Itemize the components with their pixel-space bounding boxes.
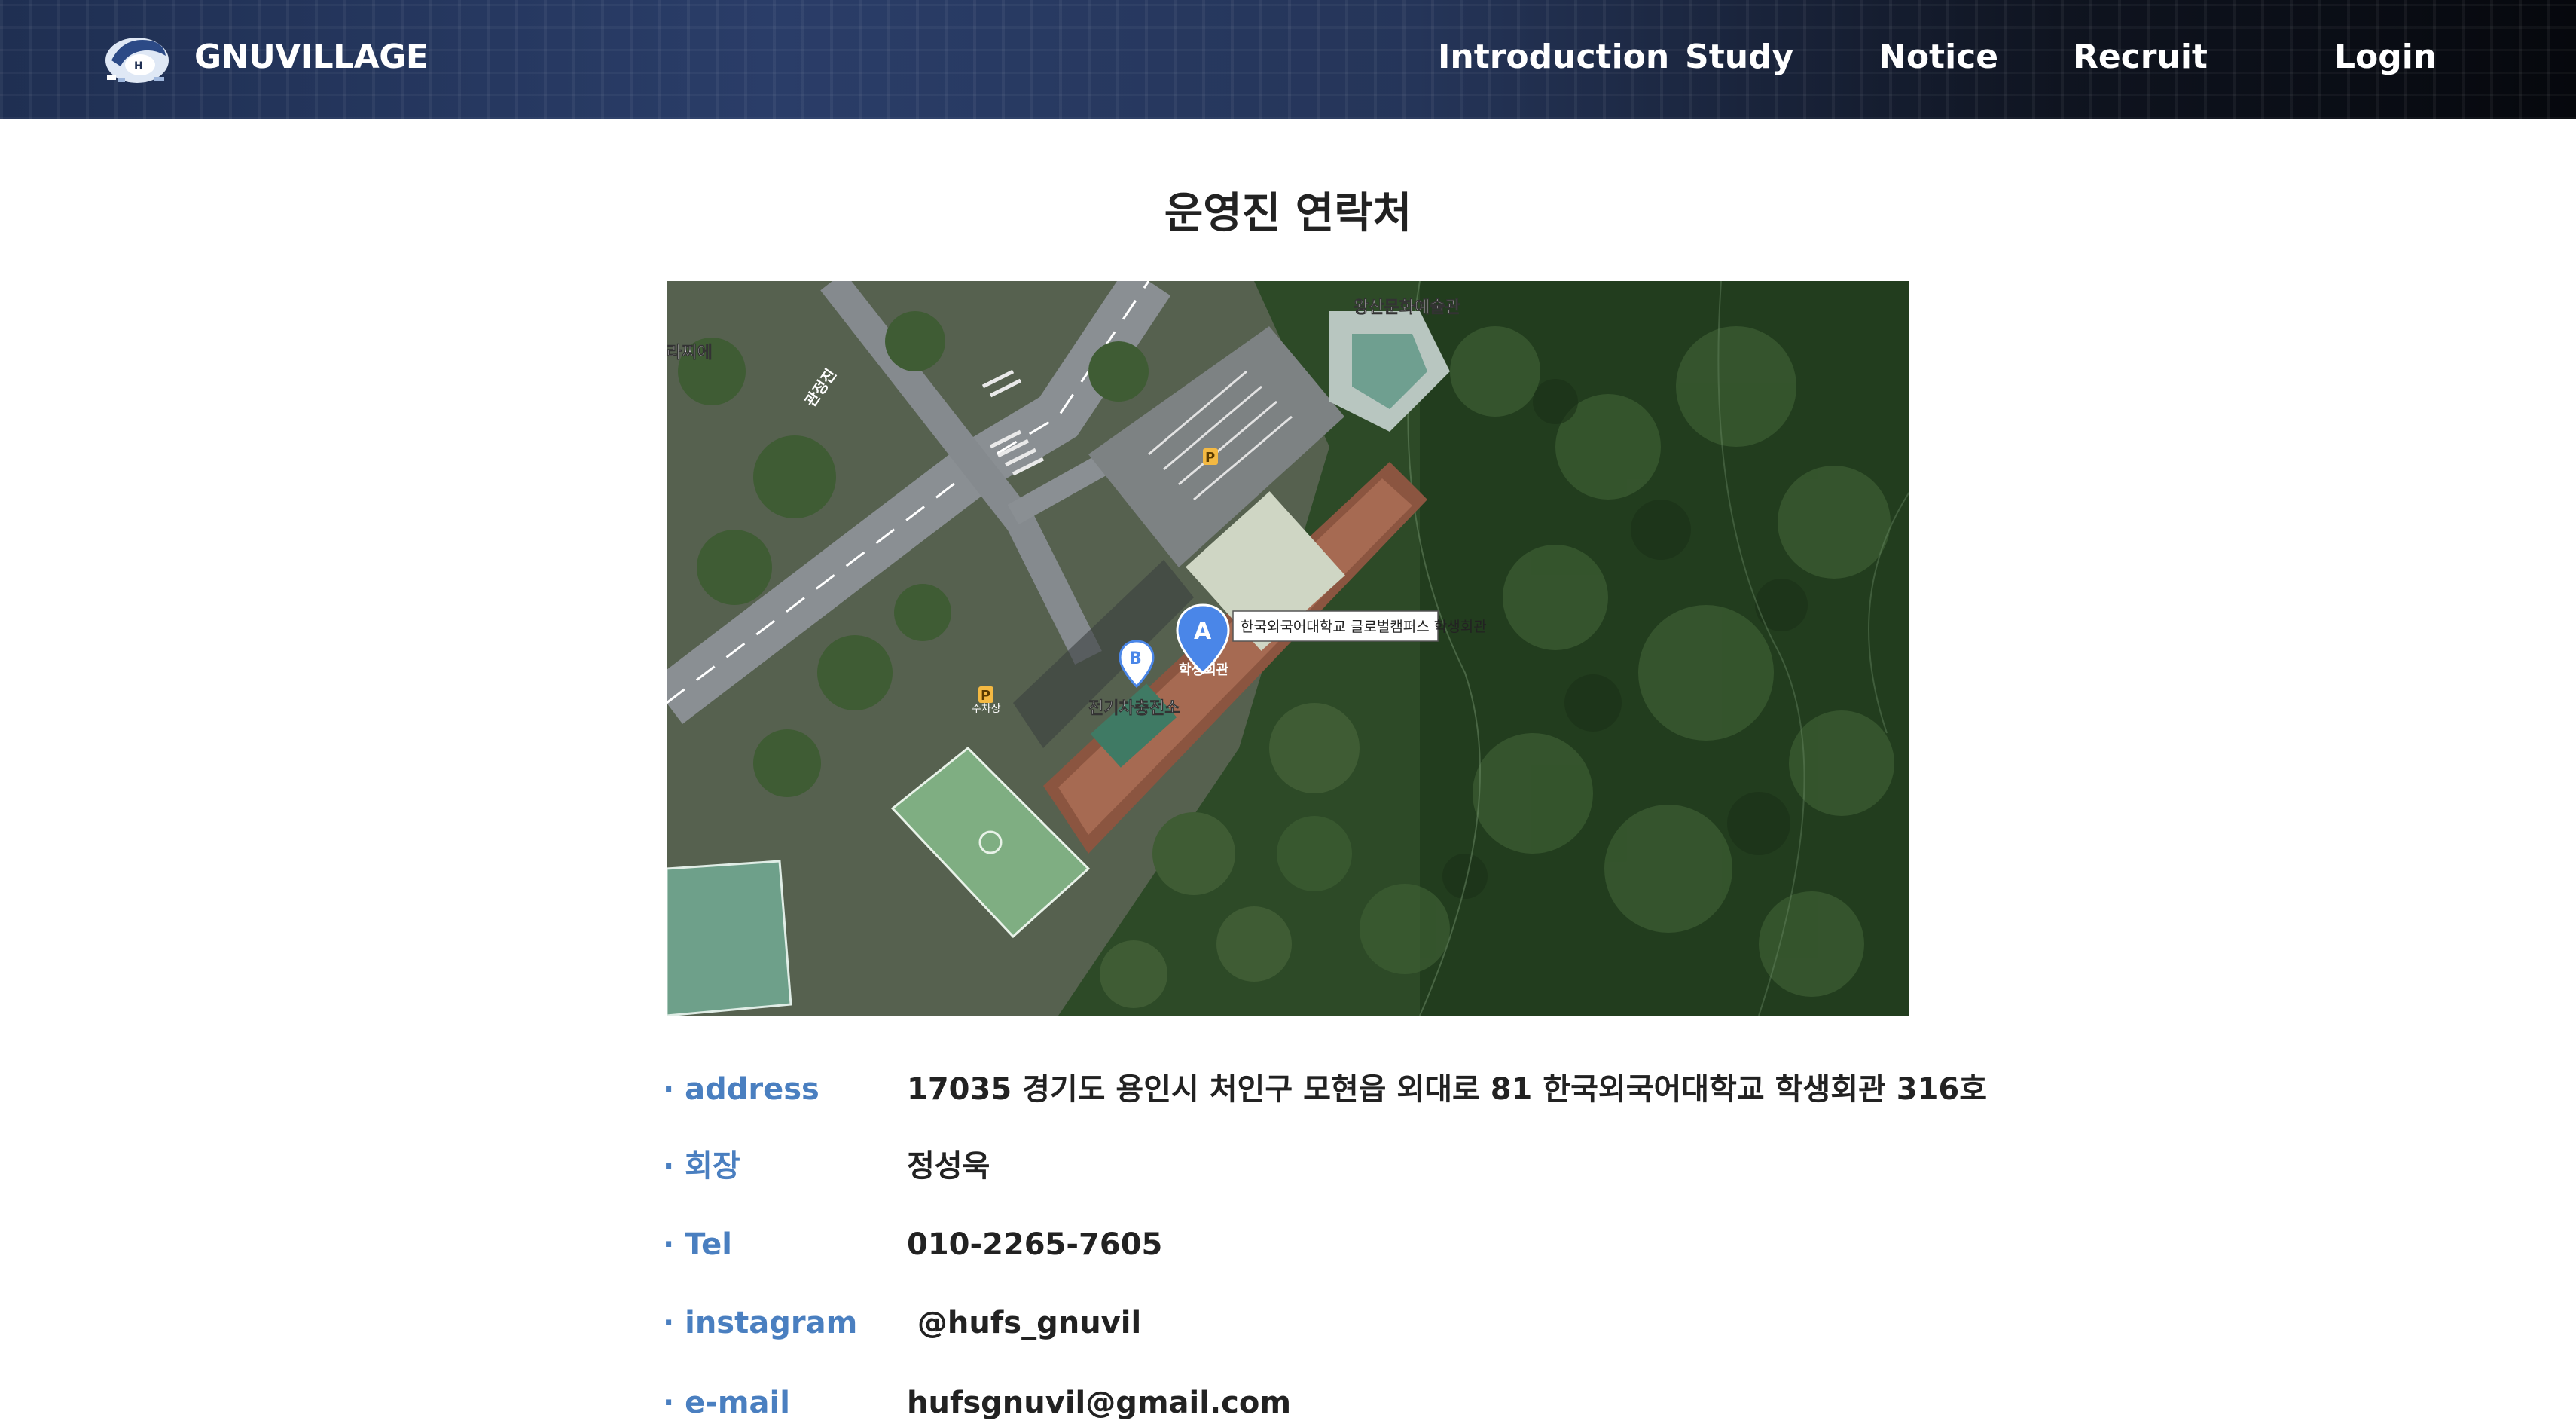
- nav-login[interactable]: Login: [2334, 35, 2437, 80]
- map-label-top-building: 왕산문화예술관: [1354, 298, 1460, 317]
- svg-text:P: P: [1205, 450, 1215, 466]
- nav-introduction[interactable]: Introduction: [1438, 35, 1669, 80]
- gnuvillage-logo-icon[interactable]: H: [101, 26, 173, 89]
- map-label-ev-station: 전기차충전소: [1088, 699, 1180, 718]
- nav-recruit[interactable]: Recruit: [2073, 35, 2208, 80]
- president-value: 정성욱: [907, 1149, 990, 1184]
- email-value[interactable]: hufsgnuvil@gmail.com: [907, 1382, 1291, 1424]
- tel-value[interactable]: 010-2265-7605: [907, 1224, 1162, 1266]
- email-label: · e-mail: [663, 1386, 790, 1420]
- instagram-label: · instagram: [663, 1306, 858, 1340]
- president-label: · 회장: [663, 1149, 740, 1184]
- location-map[interactable]: 왕산문화예술관 라찌에 관정진 전기차충전소 학생회관 주차장 P P 한국외국…: [667, 281, 1909, 1016]
- svg-text:B: B: [1129, 649, 1142, 668]
- svg-text:한국외국어대학교 글로벌캠퍼스 학생회관: 한국외국어대학교 글로벌캠퍼스 학생회관: [1241, 619, 1487, 635]
- satellite-map-image: 왕산문화예술관 라찌에 관정진 전기차충전소 학생회관 주차장 P P 한국외국…: [667, 281, 1909, 1016]
- parking-icon: P: [1203, 448, 1218, 466]
- map-label-parking: 주차장: [972, 703, 1001, 715]
- page-title: 운영진 연락처: [1164, 189, 1412, 238]
- nav-notice[interactable]: Notice: [1879, 35, 1998, 80]
- brand-name[interactable]: GNUVILLAGE: [194, 35, 429, 80]
- address-label: · address: [663, 1072, 819, 1107]
- top-navbar: H GNUVILLAGE Introduction Study Notice R…: [0, 0, 2576, 119]
- address-value: 17035 경기도 용인시 처인구 모현읍 외대로 81 한국외국어대학교 학생…: [907, 1072, 1988, 1107]
- parking-icon: P: [978, 686, 993, 704]
- tel-label: · Tel: [663, 1227, 732, 1262]
- svg-text:A: A: [1194, 619, 1212, 645]
- instagram-value[interactable]: @hufs_gnuvil: [907, 1302, 1141, 1344]
- nav-study[interactable]: Study: [1685, 35, 1793, 80]
- svg-text:P: P: [981, 688, 990, 704]
- map-label-shop: 라찌에: [667, 344, 713, 362]
- svg-text:H: H: [134, 60, 143, 72]
